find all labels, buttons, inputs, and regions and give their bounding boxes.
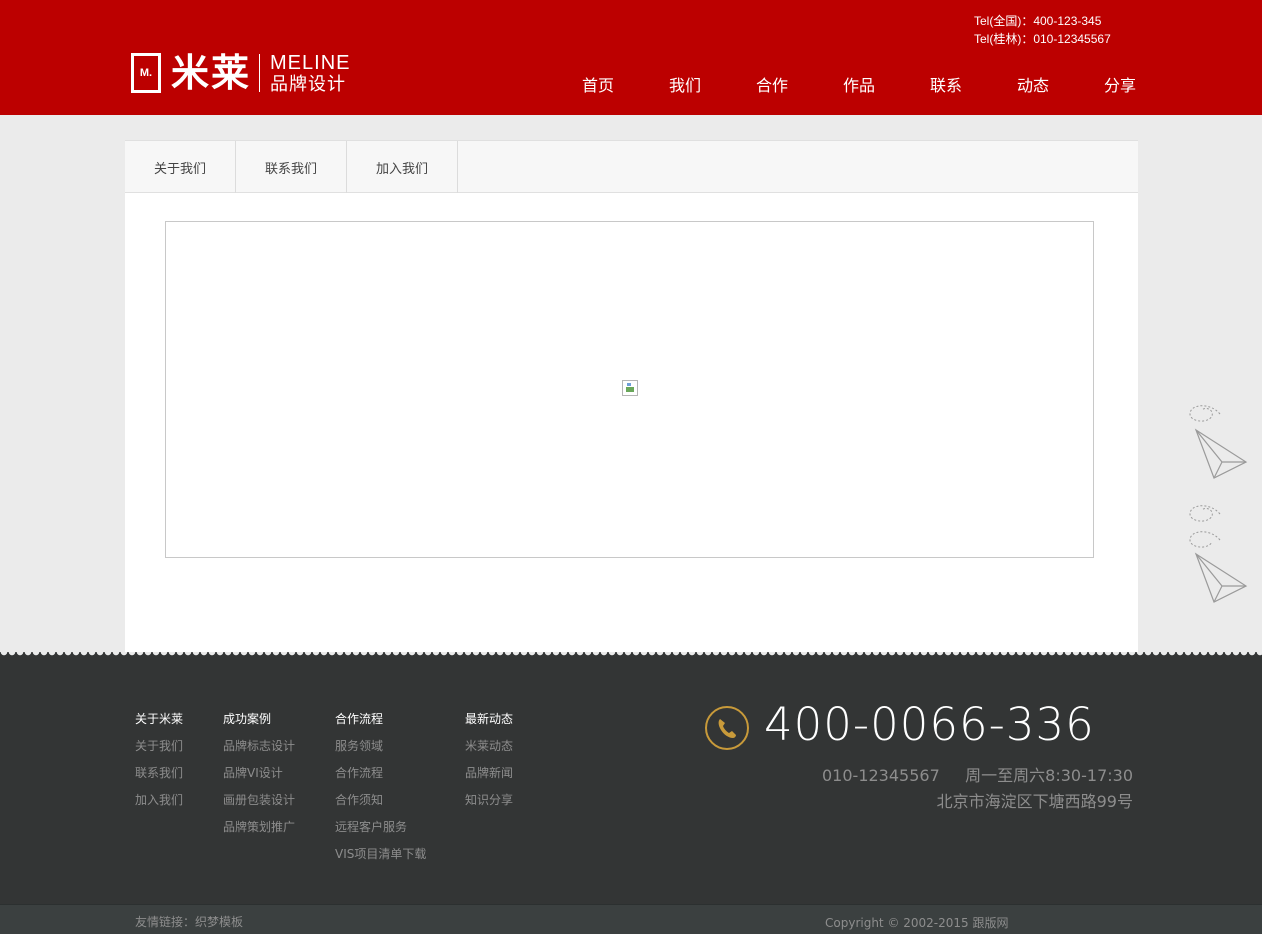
footer-link[interactable]: 画册包装设计 [223,787,295,814]
logo-separator [259,54,261,92]
tel-national: Tel(全国)：400-123-345 [974,14,1102,28]
footer-link[interactable]: 远程客户服务 [335,814,426,841]
content-panel: 关于我们 联系我们 加入我们 [125,140,1138,660]
footer-link[interactable]: 品牌标志设计 [223,733,295,760]
footer-column-news: 最新动态 米莱动态 品牌新闻 知识分享 [465,706,513,814]
nav-home[interactable]: 首页 [582,72,614,96]
tab-contact-us[interactable]: 联系我们 [236,141,347,193]
footer-link[interactable]: 服务领域 [335,733,426,760]
nav-cooperation[interactable]: 合作 [756,72,788,96]
header-telephone: Tel(全国)：400-123-345 Tel(桂林)：010-12345567 [974,12,1111,48]
logo-chinese-name: 米莱 [171,51,252,95]
footer-bottom-bar: 友情链接：织梦模板 Copyright © 2002-2015 跟版网 Po [0,904,1262,934]
logo-text-group: MELINE 品牌设计 [270,53,350,94]
site-header: M. 米莱 MELINE 品牌设计 Tel(全国)：400-123-345 Te… [0,0,1262,115]
footer-column-cases: 成功案例 品牌标志设计 品牌VI设计 画册包装设计 品牌策划推广 [223,706,295,841]
footer-link[interactable]: 品牌新闻 [465,760,513,787]
contact-phone-hours: 010-12345567 周一至周六8:30-17:30 [822,766,1133,785]
site-footer: 关于米莱 关于我们 联系我们 加入我们 成功案例 品牌标志设计 品牌VI设计 画… [0,658,1262,934]
hotline-number: 400-0066-336 [764,698,1095,751]
map-frame [165,221,1094,558]
nav-news[interactable]: 动态 [1017,72,1049,96]
paper-plane-decoration-icon [1189,405,1248,603]
footer-link[interactable]: 联系我们 [135,760,183,787]
contact-address: 北京市海淀区下塘西路99号 [936,792,1133,811]
logo-subtitle: 品牌设计 [270,73,347,95]
logo-english-name: MELINE [270,51,351,74]
logo-mark: M. [131,53,161,93]
copyright-text: Copyright © 2002-2015 跟版网 Po [825,916,1008,930]
footer-link[interactable]: 品牌VI设计 [223,760,295,787]
nav-about[interactable]: 我们 [669,72,701,96]
tel-guilin: Tel(桂林)：010-12345567 [974,32,1111,46]
footer-link[interactable]: VIS项目清单下载 [335,841,426,868]
footer-link[interactable]: 品牌策划推广 [223,814,295,841]
tab-join-us[interactable]: 加入我们 [347,141,458,193]
nav-works[interactable]: 作品 [843,72,875,96]
footer-link[interactable]: 知识分享 [465,787,513,814]
footer-link[interactable]: 合作流程 [335,760,426,787]
site-logo[interactable]: M. 米莱 MELINE 品牌设计 [131,50,350,96]
footer-column-about: 关于米莱 关于我们 联系我们 加入我们 [135,706,183,814]
footer-column-title: 最新动态 [465,712,514,726]
footer-link[interactable]: 关于我们 [135,733,183,760]
footer-column-title: 合作流程 [335,712,384,726]
friend-links[interactable]: 友情链接：织梦模板 [135,913,243,930]
footer-column-title: 成功案例 [223,712,272,726]
nav-share[interactable]: 分享 [1104,72,1136,96]
footer-link[interactable]: 米莱动态 [465,733,513,760]
footer-link[interactable]: 加入我们 [135,787,183,814]
broken-image-icon [622,380,638,396]
phone-icon [705,706,749,750]
tab-about-us[interactable]: 关于我们 [125,141,236,193]
nav-contact[interactable]: 联系 [930,72,962,96]
footer-column-process: 合作流程 服务领域 合作流程 合作须知 远程客户服务 VIS项目清单下载 [335,706,426,868]
footer-link[interactable]: 合作须知 [335,787,426,814]
sub-tabs: 关于我们 联系我们 加入我们 [125,140,1138,193]
footer-column-title: 关于米莱 [135,712,184,726]
